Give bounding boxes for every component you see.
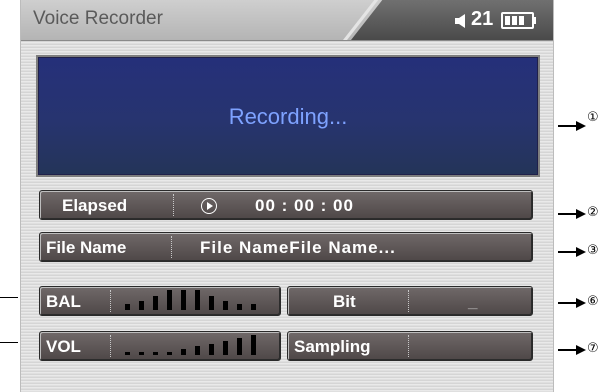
elapsed-separator <box>173 194 174 216</box>
balance-label: BAL <box>46 292 81 311</box>
balance-meter <box>125 290 270 312</box>
callout-arrow-2 <box>576 209 586 219</box>
balance-meter-bar <box>223 301 228 310</box>
callout-arrow-6 <box>576 298 586 308</box>
callout-line-1 <box>558 125 578 127</box>
volume-meter-bar <box>139 352 144 355</box>
volume-meter-bar <box>153 352 158 355</box>
speaker-icon <box>455 14 465 28</box>
recording-display: Recording... <box>36 55 540 177</box>
elapsed-box: Elapsed 00 : 00 : 00 <box>39 190 533 220</box>
callout-line-3 <box>558 251 578 253</box>
recording-status: Recording... <box>228 104 348 129</box>
balance-meter-bar <box>195 290 200 310</box>
file-name-separator <box>171 236 172 258</box>
callout-arrow-3 <box>576 247 586 257</box>
callout-6: ⑥ <box>587 294 599 309</box>
balance-meter-bar <box>167 290 172 310</box>
callout-line-7 <box>558 349 578 351</box>
title-bar: Voice Recorder 21 <box>21 0 553 41</box>
sampling-label: Sampling <box>294 337 371 356</box>
bit-value: _ <box>468 292 479 311</box>
balance-meter-bar <box>125 304 130 310</box>
callout-line-2 <box>558 213 578 215</box>
battery-icon <box>501 12 534 29</box>
app-title: Voice Recorder <box>33 8 163 29</box>
battery-tip <box>533 17 536 24</box>
play-icon <box>201 198 217 214</box>
file-name-value: File NameFile Name... <box>200 238 396 257</box>
volume-meter-bar <box>251 335 256 355</box>
balance-meter-bar <box>139 301 144 310</box>
volume-separator <box>110 335 111 357</box>
sampling-box: Sampling <box>287 331 533 361</box>
callout-line-bal <box>0 297 18 298</box>
file-name-box: File Name File NameFile Name... <box>39 232 533 262</box>
callout-2: ② <box>587 205 599 220</box>
callout-3: ③ <box>587 243 599 258</box>
elapsed-time: 00 : 00 : 00 <box>255 196 354 215</box>
callout-arrow-7 <box>576 345 586 355</box>
bit-label: Bit <box>333 292 356 311</box>
file-name-label: File Name <box>46 238 127 257</box>
callout-line-6 <box>558 302 578 304</box>
bit-separator <box>408 290 409 312</box>
volume-meter-bar <box>195 346 200 355</box>
callout-arrow-1 <box>576 121 586 131</box>
balance-separator <box>110 290 111 312</box>
voice-recorder-device: Voice Recorder 21 Recording... Elapsed 0… <box>20 0 554 392</box>
balance-meter-bar <box>251 304 256 310</box>
balance-meter-bar <box>237 304 242 310</box>
volume-meter-bar <box>223 341 228 355</box>
bit-box: Bit _ <box>287 286 533 316</box>
callout-1: ① <box>587 110 599 125</box>
volume-meter-bar <box>125 352 130 355</box>
balance-box: BAL <box>39 286 281 316</box>
balance-meter-bar <box>153 296 158 310</box>
volume-box: VOL <box>39 331 281 361</box>
elapsed-label: Elapsed <box>62 196 128 215</box>
volume-meter-bar <box>167 352 172 355</box>
volume-level: 21 <box>471 8 494 30</box>
volume-meter-bar <box>181 349 186 355</box>
sampling-separator <box>408 335 409 357</box>
callout-line-vol <box>0 342 18 343</box>
volume-meter-bar <box>209 344 214 355</box>
balance-meter-bar <box>181 290 186 310</box>
callout-7: ⑦ <box>587 341 599 356</box>
volume-label: VOL <box>46 337 81 356</box>
volume-meter <box>125 335 270 357</box>
volume-meter-bar <box>237 338 242 355</box>
balance-meter-bar <box>209 296 214 310</box>
